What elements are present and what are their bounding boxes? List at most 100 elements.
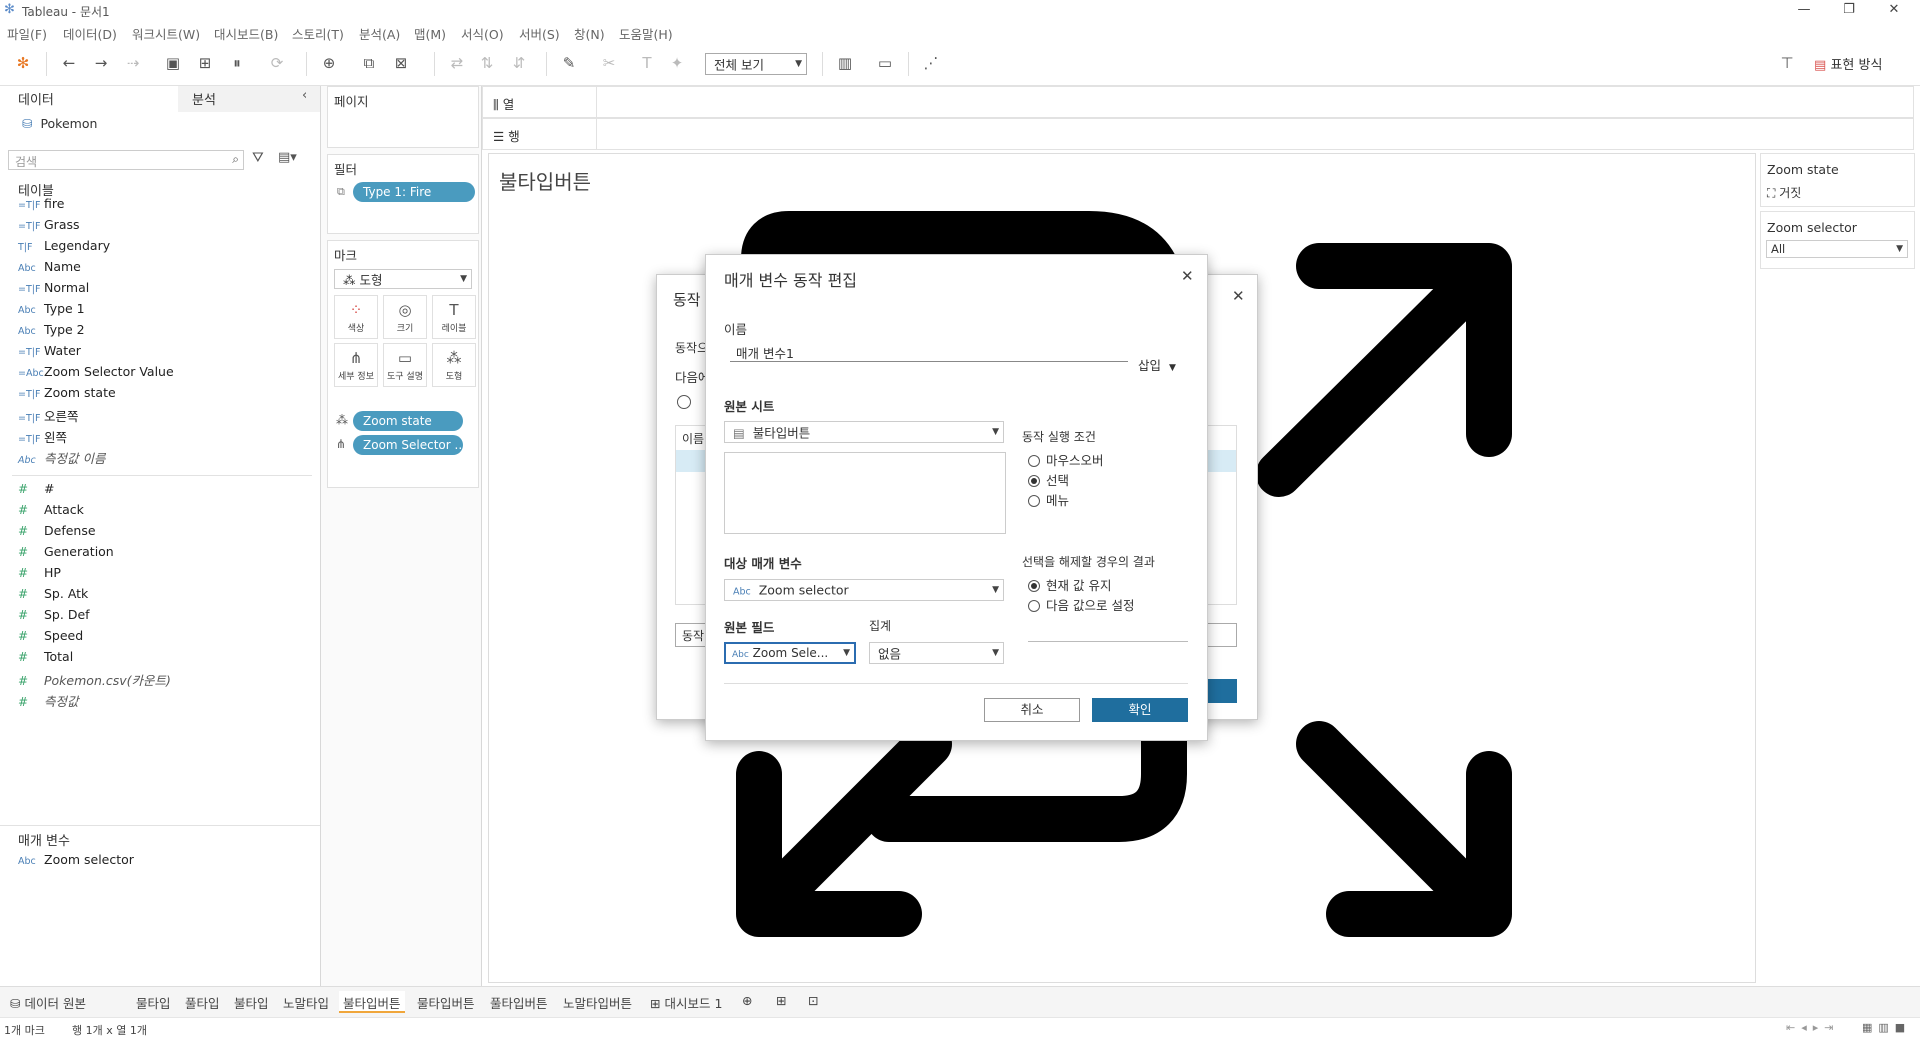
group-icon[interactable]: ✂ [598, 52, 620, 74]
menu-story[interactable]: 스토리(T) [292, 24, 344, 43]
presentation-icon[interactable]: ▭ [874, 52, 896, 74]
actions-radio[interactable] [677, 395, 691, 412]
show-me-button[interactable]: ▤ 표현 방식 [1814, 54, 1882, 73]
share-icon[interactable]: ⋰ [920, 52, 942, 74]
close-icon[interactable]: ✕ [1181, 267, 1194, 285]
keep-value-radio[interactable]: 현재 값 유지 [1028, 575, 1111, 594]
tab-data-source[interactable]: ⛁ 데이터 원본 [6, 991, 90, 1013]
insert-button[interactable]: 삽입 ▼ [1138, 355, 1176, 374]
new-worksheet-icon[interactable]: ⊕ [318, 52, 340, 74]
filter-pill-type1-fire[interactable]: Type 1: Fire [353, 182, 475, 202]
run-on-select-radio[interactable]: 선택 [1028, 470, 1069, 489]
measure-field[interactable]: # Pokemon.csv(카운트) [18, 670, 171, 690]
menu-dashboard[interactable]: 대시보드(B) [214, 24, 278, 43]
tab-normal-button[interactable]: 노말타입버튼 [559, 991, 636, 1013]
param-zoom-selector[interactable]: Abc Zoom selector [18, 852, 134, 872]
measure-field[interactable]: # Sp. Def [18, 607, 90, 627]
save-icon[interactable]: ▣ [162, 52, 184, 74]
collapse-pane-icon[interactable]: ‹ [302, 88, 307, 103]
new-story-tab-icon[interactable]: ⊡ [804, 991, 822, 1013]
measure-field[interactable]: # Generation [18, 544, 114, 564]
pages-card[interactable]: 페이지 [327, 86, 479, 148]
source-field-select[interactable]: Abc Zoom Sele... ▼ [724, 642, 856, 664]
replay-icon[interactable]: ⇢ [122, 52, 144, 74]
menu-file[interactable]: 파일(F) [7, 24, 47, 43]
label-button[interactable]: T 레이블 [432, 295, 476, 339]
dimension-field[interactable]: Abc 측정값 이름 [18, 448, 105, 468]
minimize-button[interactable]: — [1789, 2, 1819, 17]
sheet-nav-icons[interactable]: ⇤◂▸⇥ [1786, 1021, 1839, 1034]
tab-grass[interactable]: 풀타입 [181, 991, 224, 1013]
pin-icon[interactable]: ✦ [666, 52, 688, 74]
duplicate-sheet-icon[interactable]: ⧉ [358, 52, 380, 74]
swap-icon[interactable]: ⇄ [446, 52, 468, 74]
sort-desc-icon[interactable]: ⇵ [508, 52, 530, 74]
close-icon[interactable]: ✕ [1232, 287, 1245, 305]
zoom-state-item[interactable]: ⛶ 거짓 [1767, 184, 1801, 201]
aggregation-select[interactable]: 없음 ▼ [869, 642, 1004, 664]
measure-field[interactable]: # Sp. Atk [18, 586, 88, 606]
highlight-icon[interactable]: ✎ [558, 52, 580, 74]
menu-window[interactable]: 창(N) [574, 24, 605, 43]
undo-icon[interactable]: ← [58, 52, 80, 74]
run-on-menu-radio[interactable]: 메뉴 [1028, 490, 1069, 509]
datasource-item[interactable]: ⛁ Pokemon [22, 116, 97, 131]
tab-fire[interactable]: 불타입 [230, 991, 273, 1013]
dimension-field[interactable]: =T|F Water [18, 343, 81, 363]
measure-field[interactable]: # HP [18, 565, 61, 585]
mark-pill-zoom-selector[interactable]: Zoom Selector .. [353, 435, 463, 455]
measure-field[interactable]: # Total [18, 649, 73, 669]
clear-sheet-icon[interactable]: ⊠ [390, 52, 412, 74]
search-box[interactable]: 검색 ⌕ [8, 150, 244, 170]
refresh-icon[interactable]: ⟳ [266, 52, 288, 74]
dimension-field[interactable]: T|F Legendary [18, 238, 110, 258]
view-options-icon[interactable]: ▤▾ [278, 150, 297, 165]
tableau-icon[interactable]: ✻ [12, 52, 34, 74]
measure-field[interactable]: # Speed [18, 628, 83, 648]
color-button[interactable]: ⁘ 색상 [334, 295, 378, 339]
set-value-input[interactable] [1028, 641, 1188, 642]
show-cards-icon[interactable]: ▥ [834, 52, 856, 74]
dimension-field[interactable]: Abc Type 2 [18, 322, 85, 342]
new-datasource-icon[interactable]: ⊞ [194, 52, 216, 74]
measure-field[interactable]: # Defense [18, 523, 96, 543]
menu-help[interactable]: 도움말(H) [619, 24, 673, 43]
zoom-selector-dropdown[interactable]: All ▼ [1766, 240, 1908, 258]
sort-asc-icon[interactable]: ⇅ [476, 52, 498, 74]
rows-shelf[interactable]: ☰ 행 [482, 118, 1914, 150]
ok-button[interactable]: 확인 [1092, 698, 1188, 722]
redo-icon[interactable]: → [90, 52, 112, 74]
size-button[interactable]: ◎ 크기 [383, 295, 427, 339]
tab-dashboard-1[interactable]: ⊞ 대시보드 1 [646, 991, 726, 1013]
source-sheet-select[interactable]: ▤ 불타입버튼 ▼ [724, 421, 1004, 443]
tab-fire-button[interactable]: 불타입버튼 [339, 991, 405, 1013]
measure-field[interactable]: # Attack [18, 502, 84, 522]
measure-field[interactable]: # 측정값 [18, 691, 79, 711]
menu-analysis[interactable]: 분석(A) [359, 24, 400, 43]
menu-worksheet[interactable]: 워크시트(W) [132, 24, 200, 43]
cancel-button[interactable]: 취소 [984, 698, 1080, 722]
dimension-field[interactable]: =T|F Normal [18, 280, 89, 300]
pause-updates-icon[interactable]: ⏸ [226, 52, 248, 74]
menu-format[interactable]: 서식(O) [461, 24, 504, 43]
tab-grass-button[interactable]: 풀타입버튼 [486, 991, 552, 1013]
pin-sign-icon[interactable]: ⊤ [1776, 52, 1798, 74]
mark-pill-zoom-state[interactable]: Zoom state [353, 411, 463, 431]
dimension-field[interactable]: =AbcZoom Selector Value [18, 364, 174, 384]
measure-field[interactable]: # # [18, 481, 54, 501]
name-input[interactable]: 매개 변수1 [730, 339, 1128, 362]
source-sheet-list[interactable] [724, 452, 1006, 534]
columns-shelf[interactable]: ⫼ 열 [482, 86, 1914, 118]
dimension-field[interactable]: Abc Type 1 [18, 301, 85, 321]
detail-button[interactable]: ⋔ 세부 정보 [334, 343, 378, 387]
new-worksheet-tab-icon[interactable]: ⊕ [738, 991, 756, 1013]
filter-icon[interactable]: ⛛ [252, 150, 264, 166]
view-size-select[interactable]: 전체 보기 ▼ [705, 53, 807, 75]
restore-button[interactable]: ❐ [1834, 2, 1864, 17]
tooltip-button[interactable]: ▭ 도구 설명 [383, 343, 427, 387]
menu-server[interactable]: 서버(S) [519, 24, 560, 43]
dimension-field[interactable]: =T|F 왼쪽 [18, 427, 67, 447]
menu-data[interactable]: 데이터(D) [63, 24, 117, 43]
tab-analysis[interactable]: 분석 [192, 89, 216, 108]
set-value-radio[interactable]: 다음 값으로 설정 [1028, 595, 1134, 614]
